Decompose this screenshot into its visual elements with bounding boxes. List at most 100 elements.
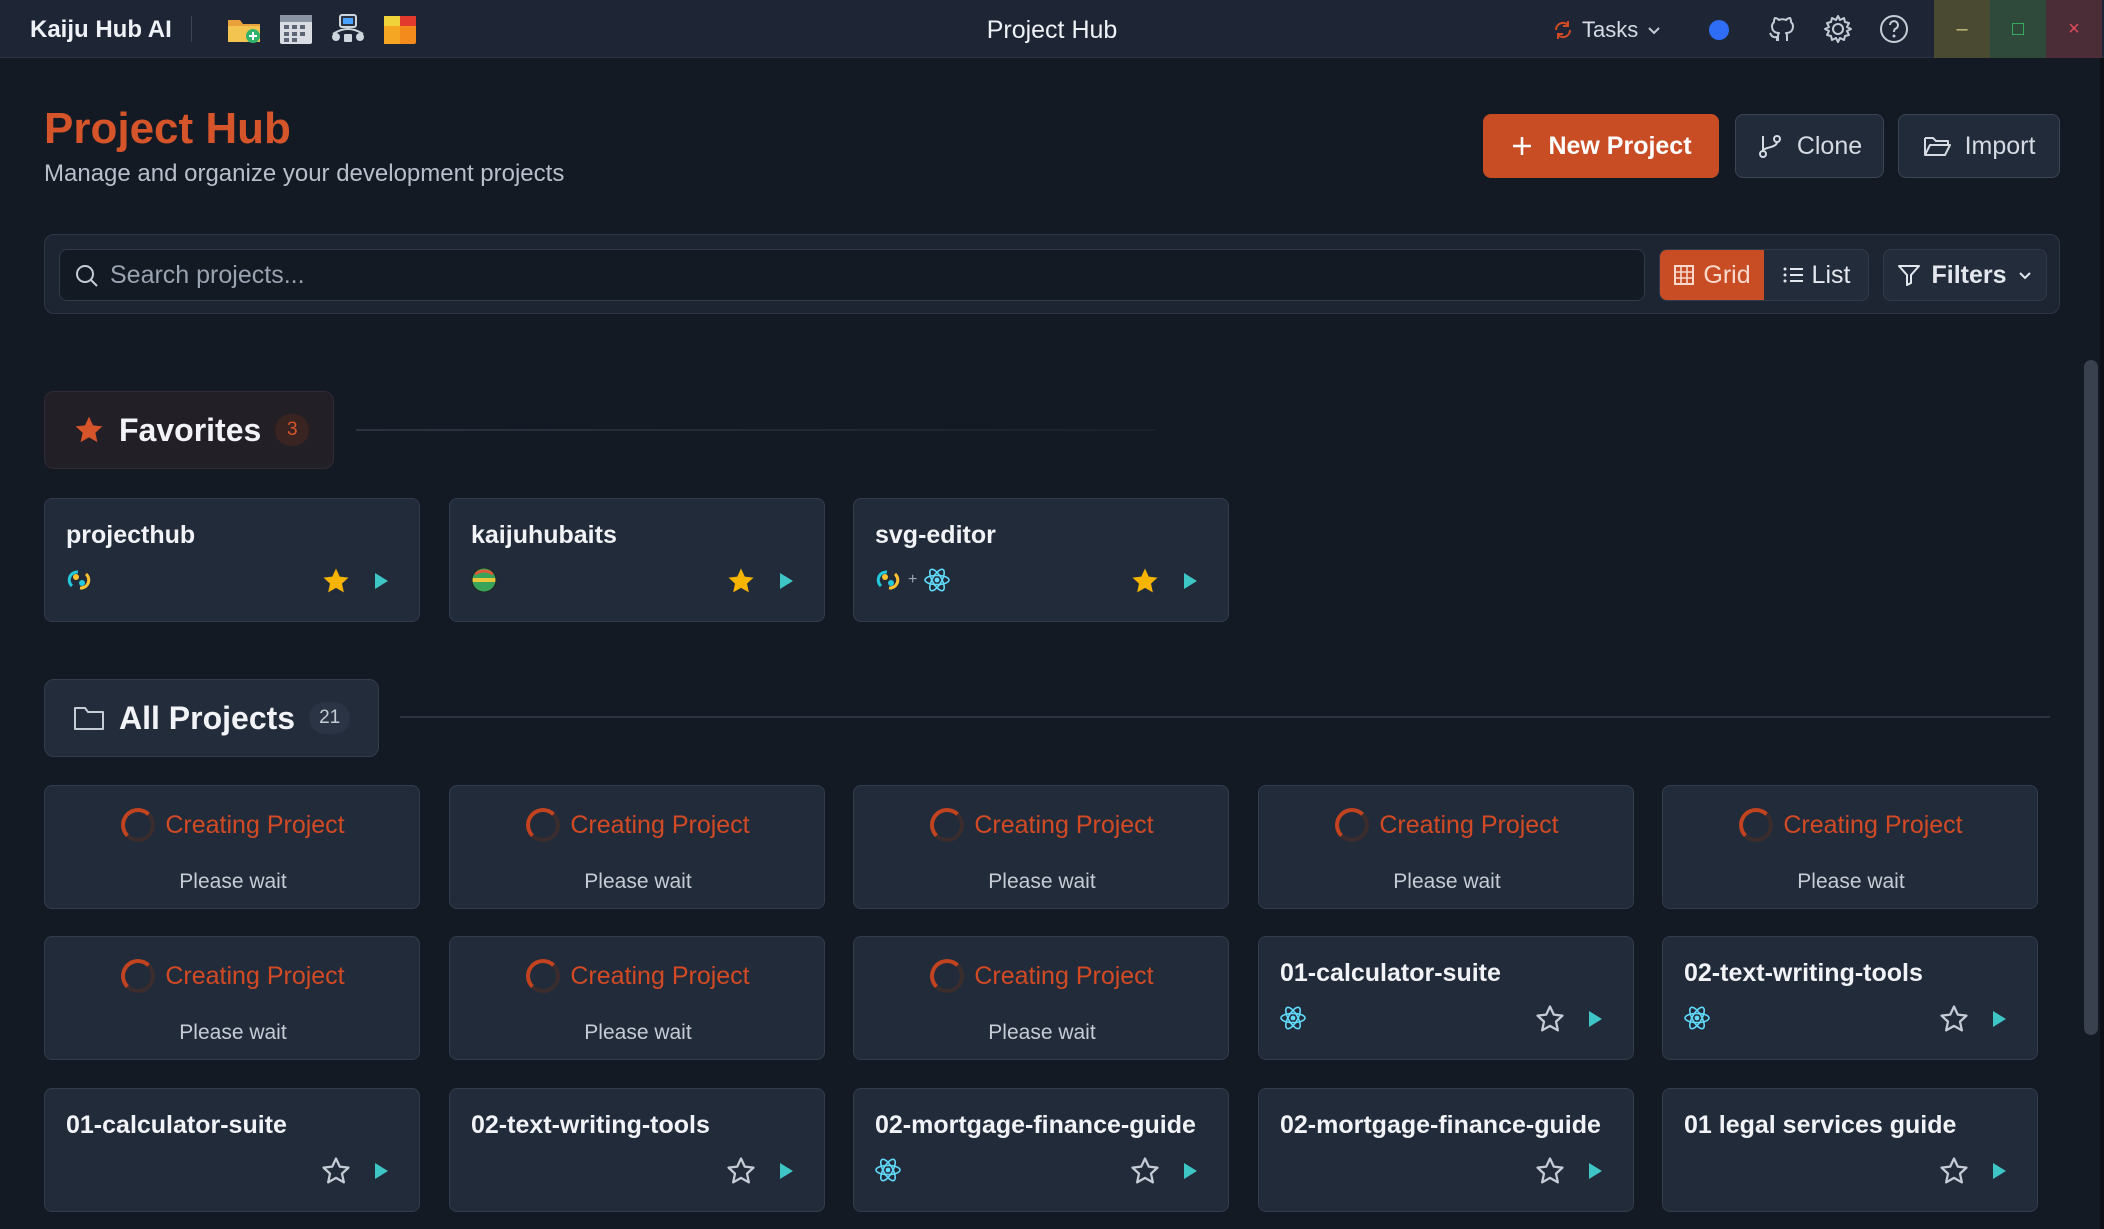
github-icon[interactable] (1766, 13, 1798, 45)
all-projects-title: All Projects (119, 699, 296, 736)
search-box[interactable] (59, 249, 1645, 301)
loading-row: Creating Project (854, 959, 1230, 993)
new-project-button[interactable]: New Project (1483, 114, 1719, 178)
spinner-icon (121, 808, 156, 842)
project-name: 02-mortgage-finance-guide (1280, 1111, 1601, 1139)
star-filled-icon[interactable] (726, 566, 756, 596)
spinner-icon (1739, 808, 1774, 842)
project-card[interactable]: 01-calculator-suite (1258, 936, 1634, 1060)
react-icon (1279, 1004, 1307, 1032)
play-icon[interactable] (776, 571, 796, 591)
play-icon[interactable] (1585, 1161, 1605, 1181)
close-button[interactable]: × (2046, 0, 2102, 58)
star-filled-icon[interactable] (1130, 566, 1160, 596)
star-outline-icon[interactable] (1130, 1156, 1160, 1186)
loading-row: Creating Project (450, 959, 826, 993)
search-input[interactable] (110, 250, 1630, 300)
star-outline-icon[interactable] (1939, 1004, 1969, 1034)
all-projects-count-badge: 21 (309, 702, 351, 734)
vertical-scrollbar[interactable] (2084, 360, 2098, 1035)
tasks-dropdown[interactable]: Tasks (1552, 14, 1662, 46)
tech-stack (65, 565, 93, 595)
plus-icon (1513, 137, 1532, 155)
project-card[interactable]: svg-editor + (853, 498, 1229, 622)
play-icon[interactable] (1180, 1161, 1200, 1181)
help-icon[interactable] (1878, 13, 1910, 45)
project-name: 01 legal services guide (1684, 1111, 1957, 1139)
loading-subtitle: Please wait (988, 1021, 1096, 1044)
loading-project-card: Creating Project Please wait (44, 785, 420, 909)
project-card[interactable]: 02-text-writing-tools (449, 1088, 825, 1212)
import-button[interactable]: Import (1898, 114, 2060, 178)
project-card[interactable]: projecthub (44, 498, 420, 622)
project-name: svg-editor (875, 521, 996, 549)
clone-label: Clone (1796, 131, 1863, 160)
loading-title: Creating Project (165, 961, 345, 990)
sync-icon (1554, 21, 1572, 39)
favorites-divider (356, 429, 1156, 431)
project-card[interactable]: 01-calculator-suite (44, 1088, 420, 1212)
play-icon[interactable] (371, 1161, 391, 1181)
loading-subtitle: Please wait (584, 870, 692, 893)
star-outline-icon[interactable] (1535, 1004, 1565, 1034)
loading-project-card: Creating Project Please wait (44, 936, 420, 1060)
calendar-icon[interactable] (278, 12, 314, 46)
grid-view-button[interactable]: Grid (1660, 250, 1764, 300)
loading-title: Creating Project (570, 961, 750, 990)
play-icon[interactable] (776, 1161, 796, 1181)
open-folder-icon[interactable] (226, 12, 262, 46)
loading-title: Creating Project (974, 961, 1154, 990)
list-icon (1783, 267, 1803, 283)
grid-icon (1674, 265, 1695, 285)
loading-project-card: Creating Project Please wait (853, 936, 1229, 1060)
view-toggle: Grid List (1659, 249, 1869, 301)
gear-icon[interactable] (1822, 13, 1854, 45)
minimize-button[interactable]: – (1934, 0, 1990, 58)
all-projects-header: All Projects 21 (44, 679, 379, 757)
tech-stack (470, 565, 498, 595)
project-card[interactable]: 01 legal services guide (1662, 1088, 2038, 1212)
tech-stack (1683, 1003, 1711, 1033)
chevron-down-icon (2018, 272, 2031, 280)
project-card[interactable]: 02-text-writing-tools (1662, 936, 2038, 1060)
project-name: kaijuhubaits (471, 521, 617, 549)
play-icon[interactable] (1585, 1009, 1605, 1029)
loading-title: Creating Project (570, 810, 750, 839)
star-outline-icon[interactable] (1535, 1156, 1565, 1186)
project-card[interactable]: kaijuhubaits (449, 498, 825, 622)
play-icon[interactable] (1180, 571, 1200, 591)
favorites-count-badge: 3 (275, 414, 310, 446)
react-icon (923, 566, 951, 594)
spinner-icon (121, 959, 156, 993)
play-icon[interactable] (1989, 1161, 2009, 1181)
maximize-button[interactable]: □ (1990, 0, 2046, 58)
spinner-icon (526, 808, 561, 842)
star-outline-icon[interactable] (321, 1156, 351, 1186)
tech-stack (1279, 1003, 1307, 1033)
loading-subtitle: Please wait (179, 1021, 287, 1044)
loading-subtitle: Please wait (1797, 870, 1905, 893)
network-icon[interactable] (330, 12, 366, 46)
clone-button[interactable]: Clone (1735, 114, 1884, 178)
tech-joiner: + (908, 571, 918, 588)
loading-subtitle: Please wait (584, 1021, 692, 1044)
star-filled-icon[interactable] (321, 566, 351, 596)
project-card[interactable]: 02-mortgage-finance-guide (1258, 1088, 1634, 1212)
star-filled-icon (75, 416, 103, 443)
loading-row: Creating Project (854, 808, 1230, 842)
star-outline-icon[interactable] (1939, 1156, 1969, 1186)
loading-project-card: Creating Project Please wait (853, 785, 1229, 909)
color-palette-icon[interactable] (382, 12, 418, 46)
loading-project-card: Creating Project Please wait (449, 785, 825, 909)
list-view-button[interactable]: List (1764, 250, 1868, 300)
play-icon[interactable] (1989, 1009, 2009, 1029)
loading-row: Creating Project (45, 808, 421, 842)
react-icon (874, 1156, 902, 1184)
play-icon[interactable] (371, 571, 391, 591)
grid-label: Grid (1703, 260, 1751, 289)
tech-stack: + (874, 565, 951, 595)
loading-title: Creating Project (165, 810, 345, 839)
project-card[interactable]: 02-mortgage-finance-guide (853, 1088, 1229, 1212)
filters-button[interactable]: Filters (1883, 249, 2047, 301)
star-outline-icon[interactable] (726, 1156, 756, 1186)
